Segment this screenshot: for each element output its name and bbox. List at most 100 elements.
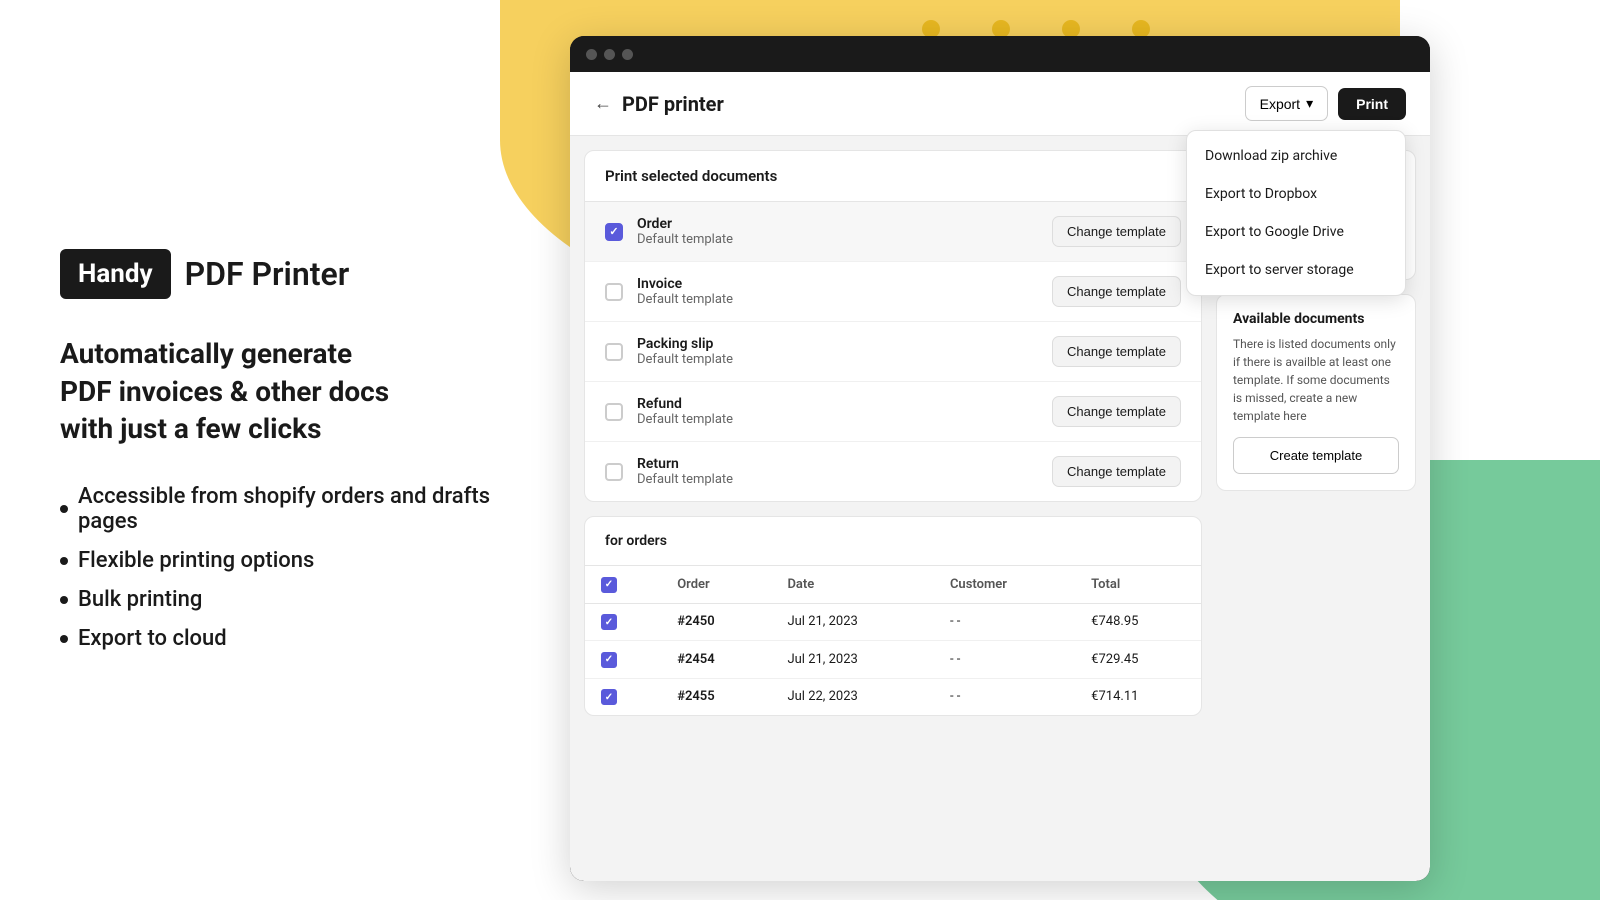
header-left: ← PDF printer bbox=[594, 92, 724, 116]
bullet-icon bbox=[60, 596, 68, 604]
col-header-customer: Customer bbox=[934, 566, 1075, 603]
refund-doc-name: Refund bbox=[637, 396, 1052, 412]
doc-row-order: Order Default template Change template bbox=[585, 202, 1201, 262]
order-doc-name: Order bbox=[637, 216, 1052, 232]
packing-slip-checkbox[interactable] bbox=[605, 343, 623, 361]
available-docs-text: There is listed documents only if there … bbox=[1233, 335, 1399, 425]
titlebar-dot-2 bbox=[604, 49, 615, 60]
row-1-date: Jul 21, 2023 bbox=[771, 603, 933, 641]
packing-slip-change-template-button[interactable]: Change template bbox=[1052, 336, 1181, 367]
refund-doc-template: Default template bbox=[637, 412, 1052, 427]
dropdown-item-server[interactable]: Export to server storage bbox=[1187, 251, 1405, 289]
refund-doc-info: Refund Default template bbox=[637, 396, 1052, 427]
refund-checkbox[interactable] bbox=[605, 403, 623, 421]
order-doc-template: Default template bbox=[637, 232, 1052, 247]
row-3-order: #2455 bbox=[661, 678, 771, 715]
tagline: Automatically generatePDF invoices & oth… bbox=[60, 335, 500, 448]
available-docs-title: Available documents bbox=[1233, 311, 1399, 327]
table-row: #2455 Jul 22, 2023 - - €714.11 bbox=[585, 678, 1201, 715]
back-button[interactable]: ← bbox=[594, 93, 612, 114]
order-doc-info: Order Default template bbox=[637, 216, 1052, 247]
row-3-total: €714.11 bbox=[1075, 678, 1201, 715]
row-2-customer: - - bbox=[934, 641, 1075, 679]
row-checkbox-cell bbox=[585, 603, 661, 641]
window-titlebar bbox=[570, 36, 1430, 72]
export-label: Export bbox=[1260, 96, 1300, 112]
return-doc-name: Return bbox=[637, 456, 1052, 472]
doc-row-refund: Refund Default template Change template bbox=[585, 382, 1201, 442]
invoice-checkbox[interactable] bbox=[605, 283, 623, 301]
feature-item: Bulk printing bbox=[60, 587, 500, 612]
titlebar-dot-3 bbox=[622, 49, 633, 60]
page-header: ← PDF printer Export ▾ Print Download zi… bbox=[570, 72, 1430, 136]
bullet-icon bbox=[60, 635, 68, 643]
row-2-checkbox[interactable] bbox=[601, 652, 617, 668]
brand: Handy PDF Printer bbox=[60, 249, 500, 299]
orders-table-header-row: Order Date Customer Total bbox=[585, 566, 1201, 603]
return-doc-template: Default template bbox=[637, 472, 1052, 487]
order-change-template-button[interactable]: Change template bbox=[1052, 216, 1181, 247]
orders-section-title: for orders bbox=[585, 517, 1201, 566]
row-2-date: Jul 21, 2023 bbox=[771, 641, 933, 679]
row-1-checkbox[interactable] bbox=[601, 614, 617, 630]
packing-slip-doc-info: Packing slip Default template bbox=[637, 336, 1052, 367]
titlebar-dot-1 bbox=[586, 49, 597, 60]
col-header-date: Date bbox=[771, 566, 933, 603]
col-header-order: Order bbox=[661, 566, 771, 603]
brand-logo: Handy bbox=[60, 249, 171, 299]
features-list: Accessible from shopify orders and draft… bbox=[60, 484, 500, 651]
refund-change-template-button[interactable]: Change template bbox=[1052, 396, 1181, 427]
export-button[interactable]: Export ▾ bbox=[1245, 86, 1329, 121]
invoice-doc-template: Default template bbox=[637, 292, 1052, 307]
dropdown-item-dropbox[interactable]: Export to Dropbox bbox=[1187, 175, 1405, 213]
feature-item: Flexible printing options bbox=[60, 548, 500, 573]
print-docs-header: Print selected documents bbox=[585, 151, 1201, 202]
dropdown-item-download[interactable]: Download zip archive bbox=[1187, 137, 1405, 175]
return-change-template-button[interactable]: Change template bbox=[1052, 456, 1181, 487]
doc-row-invoice: Invoice Default template Change template bbox=[585, 262, 1201, 322]
row-1-total: €748.95 bbox=[1075, 603, 1201, 641]
available-docs-card: Available documents There is listed docu… bbox=[1216, 294, 1416, 491]
doc-row-return: Return Default template Change template bbox=[585, 442, 1201, 501]
col-header-total: Total bbox=[1075, 566, 1201, 603]
orders-card: for orders Order Date Customer Total bbox=[584, 516, 1202, 716]
bullet-icon bbox=[60, 505, 68, 513]
feature-item: Export to cloud bbox=[60, 626, 500, 651]
chevron-down-icon: ▾ bbox=[1306, 95, 1313, 112]
return-checkbox[interactable] bbox=[605, 463, 623, 481]
feature-item: Accessible from shopify orders and draft… bbox=[60, 484, 500, 534]
row-1-customer: - - bbox=[934, 603, 1075, 641]
print-docs-card: Print selected documents Order Default t… bbox=[584, 150, 1202, 502]
packing-slip-doc-name: Packing slip bbox=[637, 336, 1052, 352]
docs-section: Print selected documents Order Default t… bbox=[584, 150, 1202, 716]
create-template-button[interactable]: Create template bbox=[1233, 437, 1399, 474]
bullet-icon bbox=[60, 557, 68, 565]
row-checkbox-cell bbox=[585, 641, 661, 679]
row-1-order: #2450 bbox=[661, 603, 771, 641]
row-2-order: #2454 bbox=[661, 641, 771, 679]
export-dropdown: Download zip archive Export to Dropbox E… bbox=[1186, 130, 1406, 296]
invoice-doc-info: Invoice Default template bbox=[637, 276, 1052, 307]
brand-name: PDF Printer bbox=[185, 255, 350, 293]
print-button[interactable]: Print bbox=[1338, 88, 1406, 120]
header-right: Export ▾ Print Download zip archive Expo… bbox=[1245, 86, 1406, 121]
left-panel: Handy PDF Printer Automatically generate… bbox=[0, 0, 560, 900]
window-content: ← PDF printer Export ▾ Print Download zi… bbox=[570, 72, 1430, 881]
return-doc-info: Return Default template bbox=[637, 456, 1052, 487]
row-2-total: €729.45 bbox=[1075, 641, 1201, 679]
row-3-checkbox[interactable] bbox=[601, 689, 617, 705]
col-header-checkbox bbox=[585, 566, 661, 603]
row-checkbox-cell bbox=[585, 678, 661, 715]
packing-slip-doc-template: Default template bbox=[637, 352, 1052, 367]
table-row: #2450 Jul 21, 2023 - - €748.95 bbox=[585, 603, 1201, 641]
dropdown-item-google-drive[interactable]: Export to Google Drive bbox=[1187, 213, 1405, 251]
select-all-checkbox[interactable] bbox=[601, 577, 617, 593]
table-row: #2454 Jul 21, 2023 - - €729.45 bbox=[585, 641, 1201, 679]
app-window: ← PDF printer Export ▾ Print Download zi… bbox=[570, 36, 1430, 881]
orders-table: Order Date Customer Total # bbox=[585, 566, 1201, 715]
invoice-change-template-button[interactable]: Change template bbox=[1052, 276, 1181, 307]
invoice-doc-name: Invoice bbox=[637, 276, 1052, 292]
row-3-customer: - - bbox=[934, 678, 1075, 715]
doc-row-packing-slip: Packing slip Default template Change tem… bbox=[585, 322, 1201, 382]
order-checkbox[interactable] bbox=[605, 223, 623, 241]
